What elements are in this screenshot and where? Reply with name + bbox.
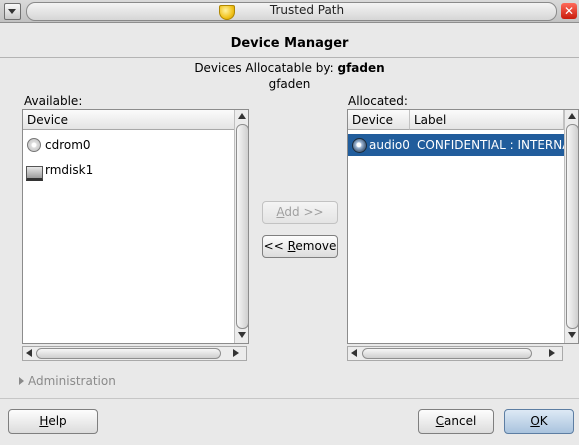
scroll-left-icon[interactable]: [26, 349, 32, 357]
removable-disk-icon: [26, 166, 43, 181]
remove-button[interactable]: << Remove: [262, 235, 338, 258]
allocated-horizontal-scrollbar[interactable]: [347, 346, 563, 361]
list-item[interactable]: rmdisk1: [23, 159, 235, 181]
cancel-button[interactable]: Cancel: [418, 409, 494, 434]
list-item[interactable]: cdrom0: [23, 134, 235, 156]
available-vertical-scrollbar[interactable]: [234, 110, 248, 343]
expander-arrow-icon: [19, 377, 24, 385]
user-line: gfaden: [268, 77, 311, 91]
scroll-up-icon[interactable]: [568, 113, 576, 119]
window-menu-button[interactable]: [4, 3, 21, 20]
allocatable-line: Devices Allocatable by: gfaden: [0, 61, 579, 75]
window-titlebar[interactable]: Trusted Path ✕: [0, 0, 579, 23]
scroll-down-icon[interactable]: [568, 332, 576, 338]
scroll-right-icon[interactable]: [233, 349, 239, 357]
scroll-thumb[interactable]: [236, 124, 248, 329]
cdrom-icon: [27, 138, 41, 152]
close-window-button[interactable]: ✕: [561, 3, 577, 19]
ok-button[interactable]: OK: [504, 409, 574, 434]
device-name: rmdisk1: [45, 163, 94, 177]
window-title: Trusted Path: [269, 3, 345, 17]
allocated-vertical-scrollbar[interactable]: [564, 110, 578, 343]
allocated-column-device[interactable]: Device: [348, 110, 410, 130]
footer-divider: [0, 398, 579, 399]
scroll-left-icon[interactable]: [351, 349, 357, 357]
available-list[interactable]: Device cdrom0 rmdisk1: [22, 109, 249, 344]
close-icon: ✕: [563, 4, 575, 18]
available-column-device[interactable]: Device: [23, 110, 235, 130]
device-name: cdrom0: [45, 138, 91, 152]
device-name: audio0: [369, 138, 410, 152]
scroll-up-icon[interactable]: [238, 113, 246, 119]
available-horizontal-scrollbar[interactable]: [22, 346, 247, 361]
header-divider: [0, 57, 579, 58]
scroll-thumb[interactable]: [362, 348, 532, 359]
add-button[interactable]: Add >>: [262, 201, 338, 224]
scroll-down-icon[interactable]: [238, 332, 246, 338]
chevron-down-icon: [8, 9, 16, 14]
table-row[interactable]: audio0 CONFIDENTIAL : INTERNA: [348, 134, 570, 156]
dialog-header: Device Manager: [230, 36, 349, 51]
scroll-thumb[interactable]: [566, 124, 578, 329]
allocatable-user: gfaden: [337, 61, 385, 75]
scroll-thumb[interactable]: [36, 348, 221, 359]
device-label: CONFIDENTIAL : INTERNA: [417, 138, 571, 152]
allocatable-prefix: Devices Allocatable by:: [194, 61, 338, 75]
scroll-right-icon[interactable]: [549, 349, 555, 357]
allocated-list[interactable]: Device Label audio0 CONFIDENTIAL : INTER…: [347, 109, 579, 344]
help-button[interactable]: Help: [8, 409, 98, 434]
administration-label: Administration: [28, 374, 116, 388]
audio-icon: [352, 138, 367, 153]
administration-expander[interactable]: Administration: [19, 374, 116, 388]
allocated-column-label[interactable]: Label: [410, 110, 564, 130]
allocated-label: Allocated:: [348, 94, 408, 108]
available-label: Available:: [24, 94, 83, 108]
